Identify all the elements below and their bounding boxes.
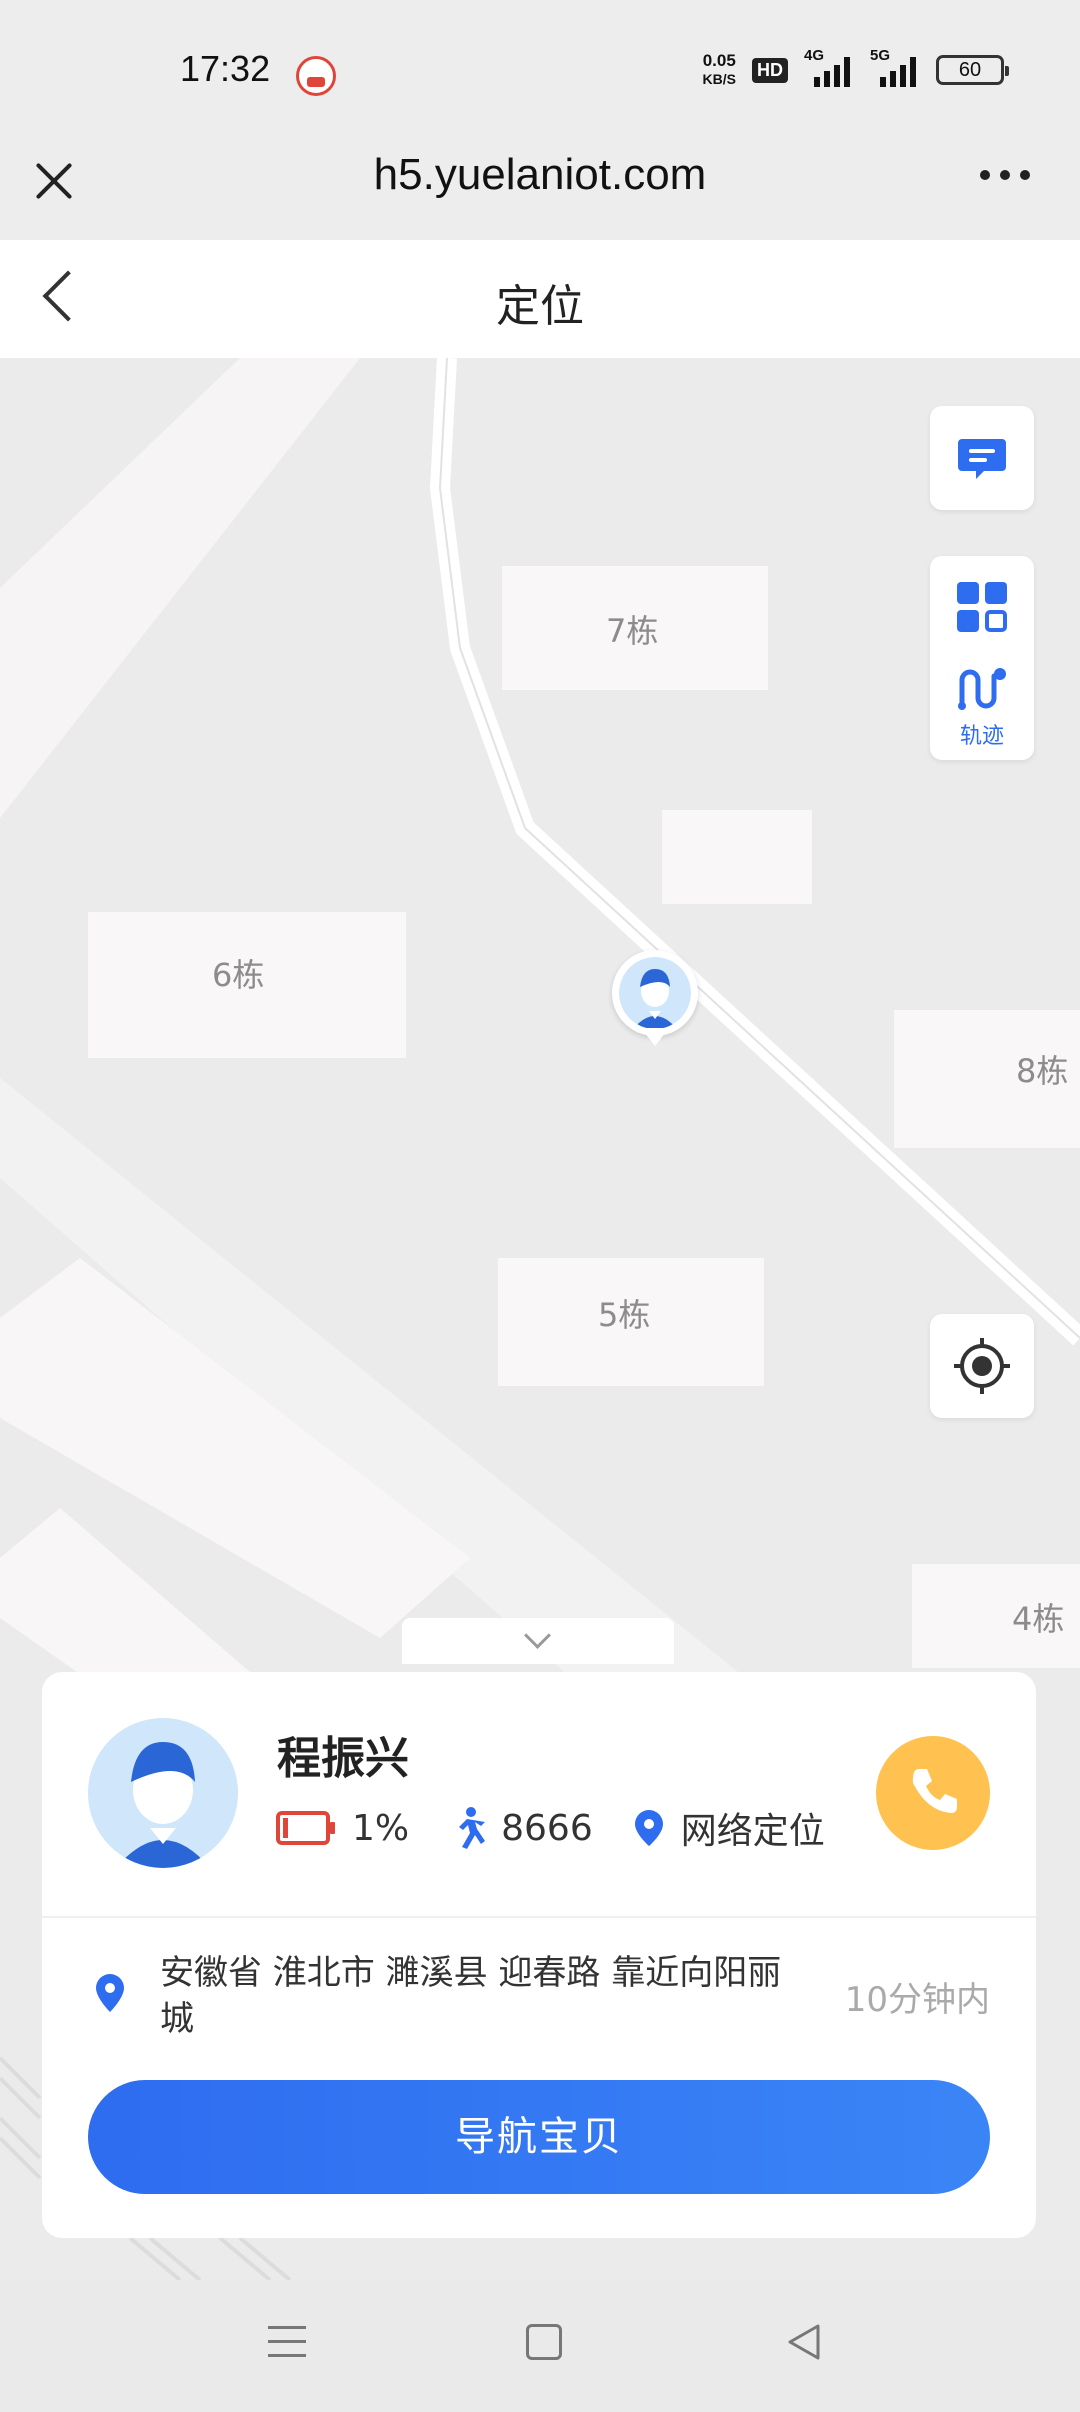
signal-4g-label: 4G xyxy=(804,47,825,64)
building-label: 4栋 xyxy=(1012,1600,1065,1638)
address-pin-icon xyxy=(96,1974,124,2012)
device-info-card: 程振兴 1% 8666 网络定位 安徽省 淮北市 濉溪县 迎春路 靠近向阳丽城 … xyxy=(42,1672,1036,2238)
battery-low-icon xyxy=(276,1811,335,1845)
grid-button[interactable] xyxy=(930,556,1034,656)
locate-icon xyxy=(954,1338,1010,1394)
avatar-icon xyxy=(619,957,691,1029)
signal-5g-icon: 5G xyxy=(870,47,920,87)
building-label: 8栋 xyxy=(1016,1052,1069,1090)
location-type: 网络定位 xyxy=(680,1811,825,1852)
child-name: 程振兴 xyxy=(277,1733,409,1784)
address-text: 安徽省 淮北市 濉溪县 迎春路 靠近向阳丽城 xyxy=(160,1953,782,2039)
message-button[interactable] xyxy=(930,406,1034,510)
battery-icon: 60 xyxy=(936,55,1009,85)
menu-icon[interactable] xyxy=(268,2324,306,2360)
screen: 17:32 0.05 KB/S HD 4G 5G 60 h5.yuelaniot… xyxy=(0,0,1080,2412)
map-tools-panel: 轨迹 xyxy=(930,556,1034,760)
location-time: 10分钟内 xyxy=(844,1980,990,2020)
signal-5g-label: 5G xyxy=(870,47,891,64)
track-icon xyxy=(958,668,1006,710)
locate-button[interactable] xyxy=(930,1314,1034,1418)
steps-stat: 8666 xyxy=(449,1806,593,1850)
hd-icon: HD xyxy=(752,57,788,83)
page-title: 定位 xyxy=(496,281,584,332)
building-label: 7栋 xyxy=(606,612,659,650)
navigate-button[interactable]: 导航宝贝 xyxy=(88,2080,990,2194)
device-location-pin[interactable] xyxy=(612,950,698,1046)
phone-icon xyxy=(912,1769,957,1813)
back-triangle-icon[interactable] xyxy=(784,2322,824,2362)
step-count: 8666 xyxy=(501,1807,593,1849)
signal-4g-icon: 4G xyxy=(804,47,854,87)
walking-icon xyxy=(459,1807,486,1849)
location-type-stat: 网络定位 xyxy=(633,1802,825,1854)
net-speed-value: 0.05 xyxy=(702,51,736,70)
more-dots-icon[interactable] xyxy=(980,170,1030,180)
location-pin-icon xyxy=(634,1810,663,1846)
home-square-icon[interactable] xyxy=(526,2324,562,2360)
grid-icon xyxy=(957,582,1007,632)
battery-stat: 1% xyxy=(276,1808,409,1849)
avatar-icon xyxy=(88,1718,238,1868)
net-speed-unit: KB/S xyxy=(702,71,736,87)
divider xyxy=(42,1916,1036,1918)
collapse-handle[interactable] xyxy=(402,1618,674,1664)
message-icon xyxy=(958,439,1006,479)
system-nav-bar xyxy=(0,2280,1080,2412)
avatar xyxy=(88,1718,238,1868)
building-label: 5栋 xyxy=(598,1296,651,1334)
status-time: 17:32 xyxy=(180,48,271,89)
page-header: 定位 xyxy=(0,240,1080,358)
call-button[interactable] xyxy=(876,1736,990,1850)
status-icons: 0.05 KB/S HD 4G 5G 60 xyxy=(703,47,1009,88)
app-notification-icon xyxy=(296,56,336,96)
battery-percent: 1% xyxy=(352,1807,410,1849)
building-label: 6栋 xyxy=(212,956,265,994)
url-label: h5.yuelaniot.com xyxy=(373,150,707,199)
browser-bar: h5.yuelaniot.com xyxy=(0,140,1080,240)
status-bar: 17:32 0.05 KB/S HD 4G 5G 60 xyxy=(0,0,1080,140)
device-stats: 1% 8666 网络定位 xyxy=(276,1802,865,1854)
track-button[interactable]: 轨迹 xyxy=(930,660,1034,760)
track-label: 轨迹 xyxy=(959,724,1004,749)
net-speed: 0.05 KB/S xyxy=(703,52,736,88)
